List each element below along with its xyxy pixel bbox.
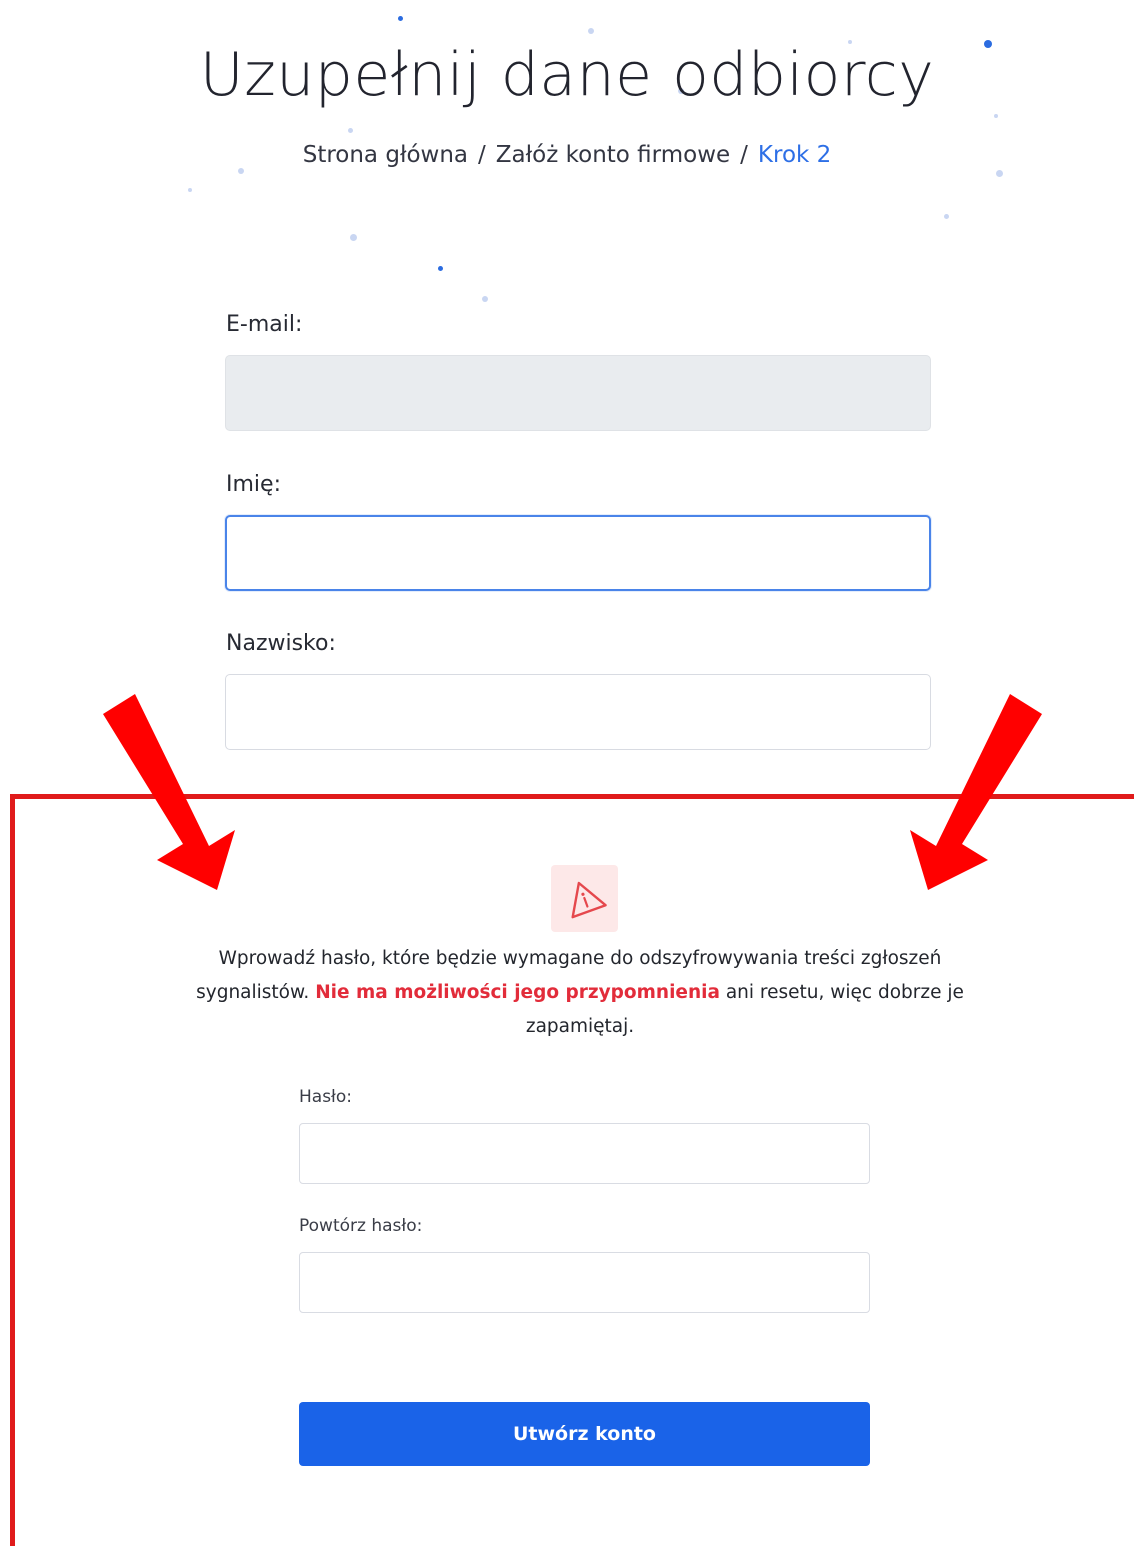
email-field[interactable]: [225, 355, 931, 431]
warning-triangle-icon: [571, 881, 607, 919]
decor-dot: [348, 128, 353, 133]
decor-dot: [188, 188, 192, 192]
repeat-password-field[interactable]: [299, 1252, 870, 1313]
decor-dot: [438, 266, 443, 271]
decor-dot: [238, 168, 244, 174]
page: Uzupełnij dane odbiorcy Strona główna / Za…: [0, 0, 1134, 1546]
decor-dot: [996, 170, 1003, 177]
last-name-field[interactable]: [225, 674, 931, 750]
warning-icon-box: [551, 865, 618, 932]
first-name-field[interactable]: [225, 515, 931, 591]
info-text-highlight: Nie ma możliwości jego przypomnienia: [315, 982, 720, 1003]
page-title: Uzupełnij dane odbiorcy: [199, 40, 935, 110]
decor-dot: [482, 296, 488, 302]
password-label: Hasło:: [299, 1087, 353, 1107]
breadcrumb-middle-link[interactable]: Załóż konto firmowe: [496, 142, 730, 168]
breadcrumb-current: Krok 2: [757, 142, 832, 168]
annotation-arrow-right: [910, 694, 1042, 890]
decor-dot: [350, 234, 357, 241]
breadcrumb-separator: /: [740, 142, 748, 168]
password-field[interactable]: [299, 1123, 870, 1184]
email-label: E-mail:: [226, 312, 303, 337]
decor-dot: [588, 28, 594, 34]
breadcrumb-home-link[interactable]: Strona główna: [303, 142, 468, 168]
password-info-text: Wprowadź hasło, które będzie wymagane do…: [160, 942, 1000, 1044]
decor-dot: [944, 214, 949, 219]
decor-dot: [994, 114, 998, 118]
breadcrumb: Strona główna / Załóż konto firmowe / Krok 2: [0, 142, 1134, 168]
repeat-password-label: Powtórz hasło:: [299, 1216, 423, 1236]
create-account-button[interactable]: Utwórz konto: [299, 1402, 870, 1466]
decor-dot: [398, 16, 403, 21]
last-name-label: Nazwisko:: [226, 631, 336, 656]
first-name-label: Imię:: [226, 472, 281, 497]
breadcrumb-separator: /: [478, 142, 486, 168]
annotation-arrow-left: [103, 694, 235, 890]
